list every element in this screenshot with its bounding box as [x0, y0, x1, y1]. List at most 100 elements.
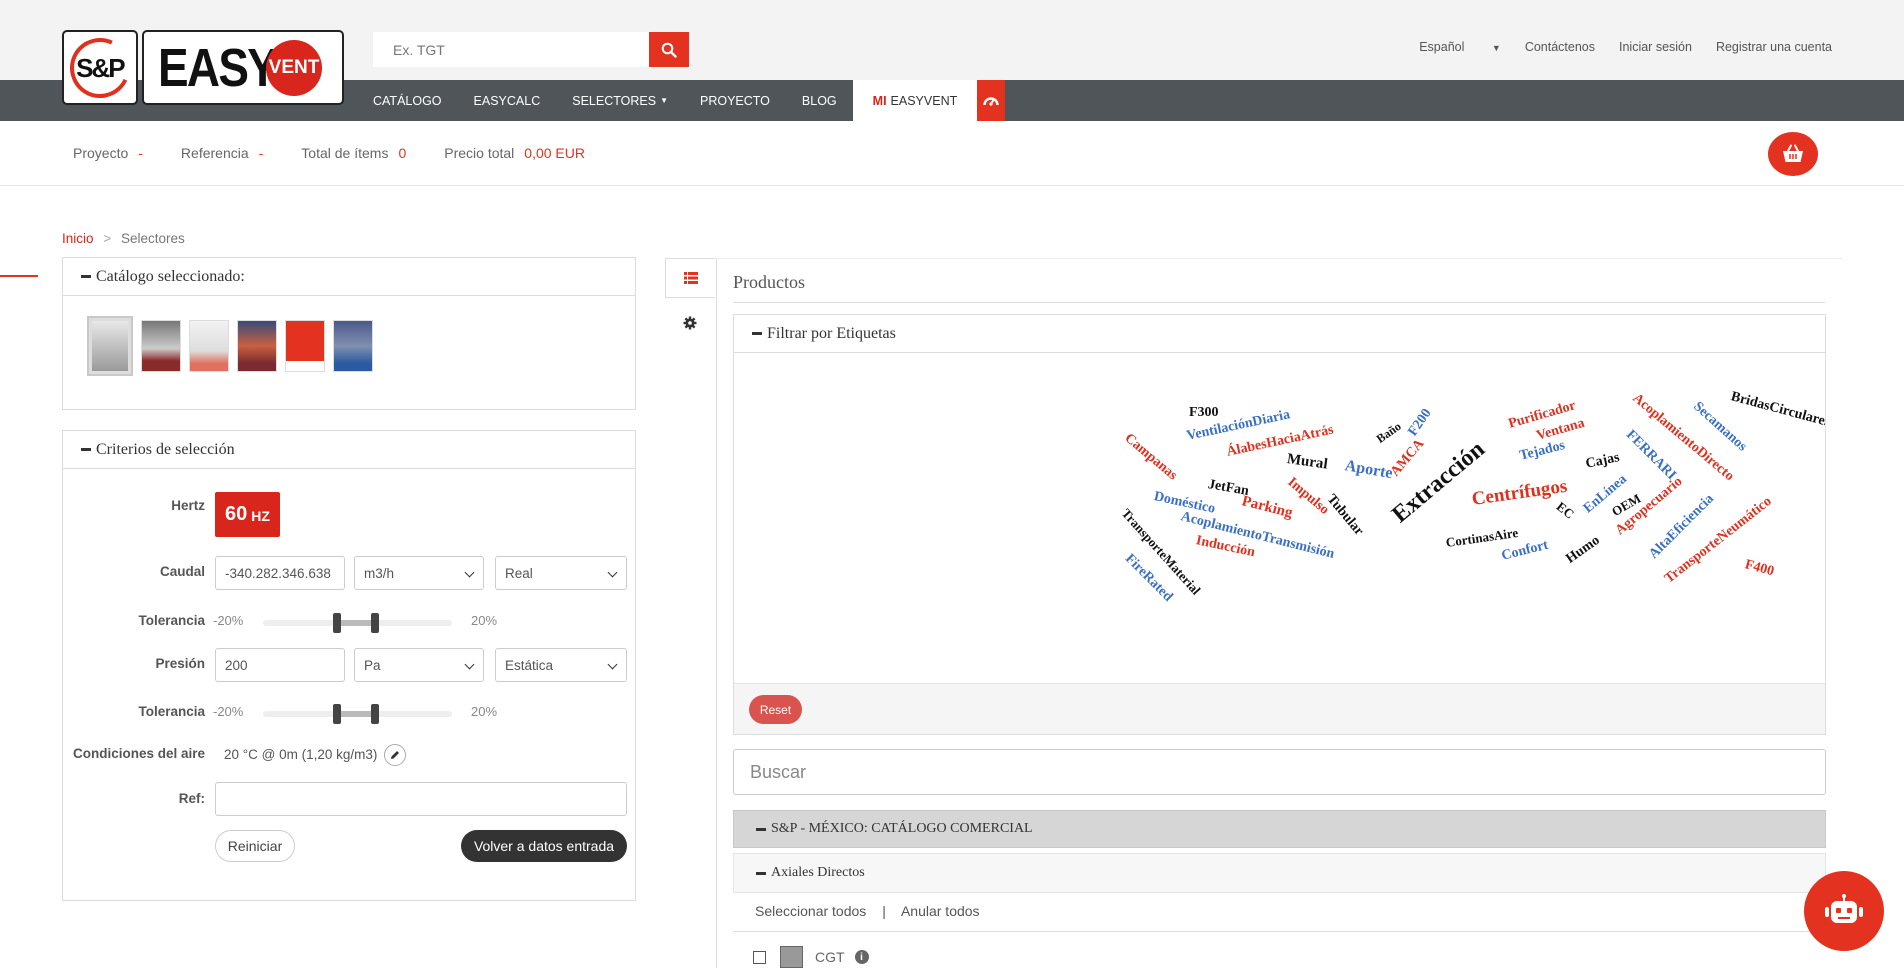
select-all-link[interactable]: Seleccionar todos: [755, 903, 866, 919]
search-button[interactable]: [649, 32, 689, 67]
info-icon[interactable]: i: [854, 950, 869, 964]
search-input[interactable]: [373, 32, 649, 67]
catalog-panel: Catálogo seleccionado:: [62, 257, 636, 410]
tag-word[interactable]: Humo: [1563, 533, 1603, 568]
tab-list-view[interactable]: [665, 258, 715, 298]
dashboard-icon: [983, 96, 999, 106]
chevron-down-icon: ▼: [660, 96, 668, 105]
tag-word[interactable]: F300: [1189, 405, 1219, 421]
caudal-mode-select[interactable]: Real: [495, 556, 627, 590]
collapse-icon: [752, 332, 762, 335]
caudal-unit-select[interactable]: m3/h: [354, 556, 484, 590]
breadcrumb-home[interactable]: Inicio: [62, 231, 94, 246]
nav-blog[interactable]: BLOG: [786, 80, 853, 121]
search-icon: [661, 42, 677, 58]
project-label: Proyecto: [73, 145, 129, 161]
tag-word[interactable]: Centrífugos: [1470, 476, 1568, 511]
presion-unit-select[interactable]: Pa: [354, 648, 484, 682]
product-search-input[interactable]: Buscar: [733, 749, 1826, 795]
reference-value: -: [258, 145, 264, 161]
tag-word[interactable]: F200: [1405, 406, 1435, 439]
pencil-icon: [391, 751, 399, 759]
search-bar: [373, 32, 689, 67]
category-header[interactable]: S&P - MÉXICO: CATÁLOGO COMERCIAL: [733, 810, 1826, 848]
reset-criteria-button[interactable]: Reiniciar: [215, 830, 295, 862]
reference-label: Referencia: [180, 145, 249, 161]
selection-controls: Seleccionar todos | Anular todos: [755, 903, 980, 919]
tag-word[interactable]: Baño: [1374, 419, 1404, 447]
tab-settings[interactable]: [665, 298, 715, 348]
breadcrumb-current: Selectores: [120, 231, 185, 246]
tag-word[interactable]: Aporte: [1343, 457, 1394, 483]
tag-word[interactable]: Parking: [1240, 493, 1294, 522]
collapse-icon: [81, 275, 91, 278]
catalog-thumbnails: [87, 316, 373, 376]
presion-input[interactable]: 200: [215, 648, 345, 682]
tolerance-max: 20%: [471, 704, 498, 719]
tag-word[interactable]: Cajas: [1584, 450, 1621, 473]
presion-mode-select[interactable]: Estática: [495, 648, 627, 682]
subcategory-header[interactable]: Axiales Directos: [733, 853, 1826, 893]
tolerance-max: 20%: [471, 613, 498, 628]
back-to-input-button[interactable]: Volver a datos entrada: [461, 830, 627, 862]
nav-mi-easyvent[interactable]: MI EASYVENT: [852, 80, 978, 121]
side-marker: [0, 275, 38, 277]
nav-catalogo[interactable]: CATÁLOGO: [357, 80, 458, 121]
tag-word[interactable]: Campanas: [1121, 431, 1181, 484]
nav-selectores[interactable]: SELECTORES ▼: [556, 80, 684, 121]
tolerance-label: Tolerancia: [138, 613, 205, 628]
product-checkbox[interactable]: [753, 950, 766, 964]
slider-handle-min[interactable]: [333, 704, 341, 724]
view-tabs: [665, 258, 715, 358]
contact-link[interactable]: Contáctenos: [1525, 40, 1595, 54]
dashboard-button[interactable]: [977, 80, 1006, 121]
tag-filter-panel: Filtrar por Etiquetas Campanas F300 Ventil…: [733, 314, 1826, 735]
collapse-icon: [756, 871, 766, 875]
tolerance-label: Tolerancia: [138, 704, 205, 719]
basket-button[interactable]: [1768, 132, 1818, 176]
air-conditions-value: 20 °C @ 0m (1,20 kg/m3): [224, 747, 378, 762]
unselect-all-link[interactable]: Anular todos: [901, 903, 980, 919]
catalog-thumb[interactable]: [87, 316, 133, 376]
login-link[interactable]: Iniciar sesión: [1619, 40, 1692, 54]
slider-handle-min[interactable]: [333, 613, 341, 633]
tag-word[interactable]: BridasCirculares: [1729, 389, 1825, 431]
catalog-thumb[interactable]: [333, 320, 373, 372]
total-price-value: 0,00 EUR: [524, 145, 585, 161]
language-select[interactable]: Español ▼: [1395, 40, 1501, 54]
tag-word[interactable]: EC: [1553, 499, 1577, 523]
catalog-thumb[interactable]: [189, 320, 229, 372]
tolerance-min: -20%: [213, 613, 244, 628]
slider-handle-max[interactable]: [371, 613, 379, 633]
presion-label: Presión: [155, 656, 205, 671]
register-link[interactable]: Registrar una cuenta: [1716, 40, 1832, 54]
ref-input[interactable]: [215, 782, 627, 816]
collapse-icon: [81, 448, 91, 451]
tag-word[interactable]: F400: [1743, 557, 1775, 580]
product-name[interactable]: CGT: [815, 949, 845, 965]
sp-logo[interactable]: S&P: [61, 29, 139, 106]
tag-word[interactable]: Mural: [1286, 451, 1329, 474]
tag-word[interactable]: Tubular: [1323, 492, 1367, 539]
robot-icon: [1825, 894, 1863, 923]
tag-word[interactable]: Tejados: [1518, 438, 1567, 465]
edit-air-button[interactable]: [384, 744, 406, 766]
slider-handle-max[interactable]: [371, 704, 379, 724]
catalog-panel-header[interactable]: Catálogo seleccionado:: [63, 258, 635, 296]
reset-tags-button[interactable]: Reset: [749, 695, 802, 724]
catalog-thumb[interactable]: [285, 320, 325, 372]
product-thumbnail: [780, 946, 803, 968]
catalog-thumb[interactable]: [237, 320, 277, 372]
hertz-badge[interactable]: 60 HZ: [215, 492, 280, 537]
chevron-down-icon: ▼: [1491, 43, 1501, 53]
nav-proyecto[interactable]: PROYECTO: [684, 80, 786, 121]
caudal-input[interactable]: -340.282.346.638: [215, 556, 345, 590]
tag-word[interactable]: AMCA: [1388, 436, 1428, 480]
basket-icon: [1783, 144, 1803, 162]
criteria-panel-header[interactable]: Criterios de selección: [63, 431, 635, 469]
nav-easycalc[interactable]: EASYCALC: [458, 80, 557, 121]
tag-filter-header[interactable]: Filtrar por Etiquetas: [734, 315, 1825, 353]
easyvent-logo[interactable]: EASY VENT: [142, 30, 344, 105]
chatbot-button[interactable]: [1804, 871, 1884, 951]
catalog-thumb[interactable]: [141, 320, 181, 372]
